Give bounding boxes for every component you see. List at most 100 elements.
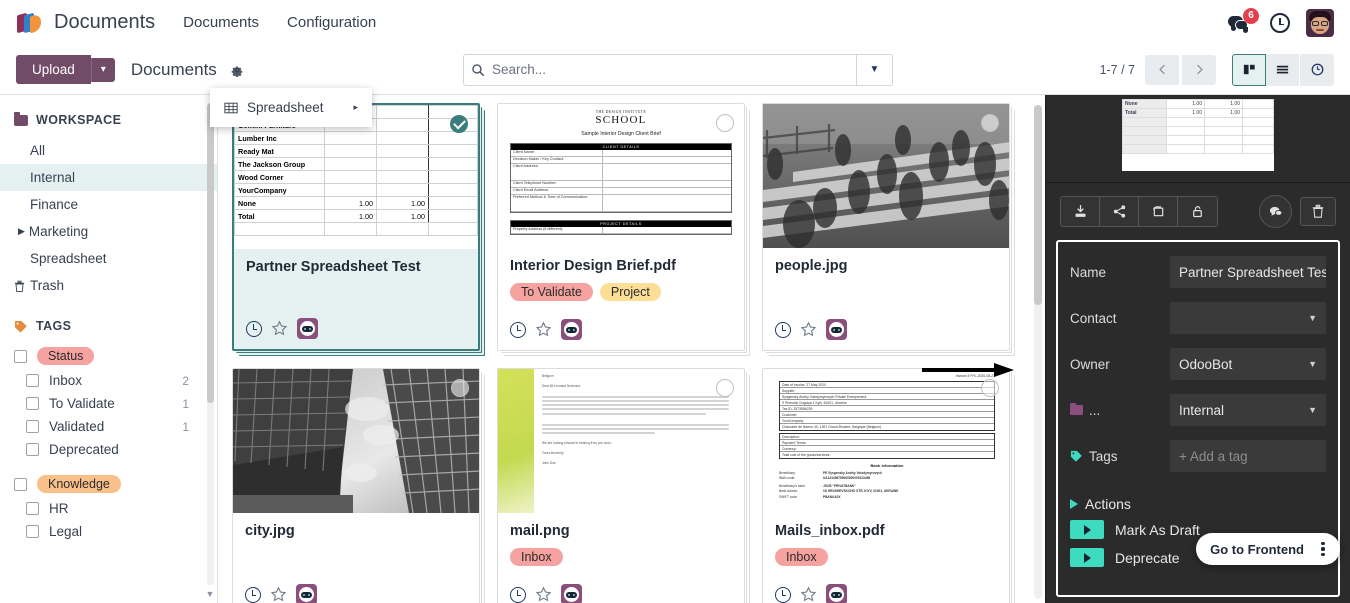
pager-next-button[interactable] [1182,54,1216,85]
menu-documents[interactable]: Documents [183,14,259,31]
upload-button[interactable]: Upload [16,55,91,84]
lock-button[interactable] [1178,197,1217,226]
view-list-button[interactable] [1266,53,1300,86]
checkbox[interactable] [26,502,39,515]
schedule-activity-icon[interactable] [775,321,791,338]
kebab-menu-icon[interactable] [1312,538,1334,560]
chevron-right-icon[interactable]: ▶ [18,226,25,237]
scrollbar-thumb[interactable] [1034,105,1042,305]
scroll-down-arrow-icon[interactable]: ▼ [205,589,215,599]
owner-avatar[interactable] [297,318,318,339]
go-to-frontend-pill[interactable]: Go to Frontend [1196,533,1340,565]
schedule-activity-icon[interactable] [775,586,791,603]
card-tag[interactable]: To Validate [510,283,593,301]
view-activity-button[interactable] [1300,53,1334,86]
messages-icon[interactable]: 6 [1228,7,1259,34]
card-select-checkbox[interactable] [981,379,999,397]
favorite-star-icon[interactable] [270,586,287,603]
document-card-city[interactable]: city.jpg [232,368,480,603]
favorite-star-icon[interactable] [271,320,288,337]
tag-item-to-validate[interactable]: To Validate 1 [0,392,217,415]
checkbox[interactable] [26,374,39,387]
sidebar-item-spreadsheet[interactable]: Spreadsheet [0,245,217,272]
scrollbar-thumb[interactable] [207,103,214,403]
favorite-star-icon[interactable] [800,321,817,338]
gear-icon[interactable] [230,63,244,77]
view-kanban-button[interactable] [1232,53,1266,86]
search-bar[interactable]: ▼ [463,53,893,86]
replace-button[interactable] [1139,197,1178,226]
owner-avatar[interactable] [826,319,847,340]
card-select-checkbox[interactable] [981,114,999,132]
user-avatar[interactable] [1306,8,1334,37]
dropdown-item-spreadsheet[interactable]: Spreadsheet ▸ [210,94,372,121]
tag-item-validated[interactable]: Validated 1 [0,415,217,438]
menu-configuration[interactable]: Configuration [287,14,376,31]
action-label: Mark As Draft [1115,521,1200,538]
chatter-button[interactable] [1259,195,1292,228]
schedule-activity-icon[interactable] [246,320,262,337]
tags-input[interactable]: + Add a tag [1170,440,1326,472]
checkbox[interactable] [26,420,39,433]
search-input[interactable] [492,62,856,77]
action-label: Deprecate [1115,549,1180,566]
card-title: city.jpg [245,523,295,539]
document-card-interior-design-brief[interactable]: THE DESIGN INSTITUTE SCHOOL Sample Inter… [497,103,745,351]
favorite-star-icon[interactable] [535,586,552,603]
contact-select[interactable]: ▼ [1170,302,1326,334]
sidebar-item-finance[interactable]: Finance [0,191,217,218]
checkbox[interactable] [14,349,27,363]
favorite-star-icon[interactable] [535,321,552,338]
workspace-select[interactable]: Internal ▼ [1170,394,1326,426]
schedule-activity-icon[interactable] [245,586,261,603]
sidebar-item-trash[interactable]: Trash [0,272,217,299]
card-select-checkbox[interactable] [716,114,734,132]
pager-previous-button[interactable] [1145,54,1179,85]
sidebar-item-marketing[interactable]: ▶ Marketing [0,218,217,245]
document-card-spreadsheet[interactable]: Deco Addict Gemini Furniture Lumber Inc … [232,103,480,351]
sidebar-scrollbar[interactable] [207,103,214,585]
schedule-activity-icon[interactable] [510,321,526,338]
download-button[interactable] [1061,197,1100,226]
document-card-people[interactable]: people.jpg [762,103,1010,351]
sidebar-item-all[interactable]: All [0,137,217,164]
search-dropdown-toggle[interactable]: ▼ [856,54,892,85]
document-card-mail[interactable]: Belgium Dear Mr Leonard Nortonne, We are… [497,368,745,603]
owner-avatar[interactable] [561,584,582,603]
trash-icon [14,280,25,292]
tag-group-status[interactable]: Status [0,343,217,369]
card-tag[interactable]: Inbox [510,548,563,566]
tag-item-deprecated[interactable]: Deprecated [0,438,217,461]
owner-avatar[interactable] [826,584,847,603]
checkbox[interactable] [14,477,27,491]
tag-item-hr[interactable]: HR [0,497,217,520]
sidebar-item-internal[interactable]: Internal [0,164,217,191]
actions-section-header[interactable]: Actions [1070,496,1326,512]
checkbox[interactable] [26,397,39,410]
favorite-star-icon[interactable] [800,586,817,603]
tag-item-legal[interactable]: Legal [0,520,217,543]
top-navbar: Documents Documents Configuration 6 [0,0,1350,45]
delete-button[interactable] [1300,197,1336,226]
checkbox[interactable] [26,525,39,538]
card-tag[interactable]: Inbox [775,548,828,566]
upload-dropdown-toggle[interactable]: ▾ [90,57,115,82]
sidebar-tags-header: TAGS [0,315,217,337]
card-select-checkbox[interactable] [450,115,468,133]
card-select-checkbox[interactable] [451,379,469,397]
tag-group-knowledge[interactable]: Knowledge [0,471,217,497]
message-count-badge: 6 [1243,7,1259,24]
owner-select[interactable]: OdooBot ▼ [1170,348,1326,380]
card-select-checkbox[interactable] [716,379,734,397]
tag-item-inbox[interactable]: Inbox 2 [0,369,217,392]
activity-clock-icon[interactable] [1270,12,1290,33]
owner-avatar[interactable] [561,319,582,340]
kanban-scrollbar[interactable] [1034,105,1042,599]
document-card-mails-inbox[interactable]: Invoice # FPL-2020-05-27 Date of invoice… [762,368,1010,603]
owner-avatar[interactable] [296,584,317,603]
schedule-activity-icon[interactable] [510,586,526,603]
share-button[interactable] [1100,197,1139,226]
name-input[interactable]: Partner Spreadsheet Tes [1170,256,1326,288]
card-tag[interactable]: Project [599,283,661,301]
checkbox[interactable] [26,443,39,456]
